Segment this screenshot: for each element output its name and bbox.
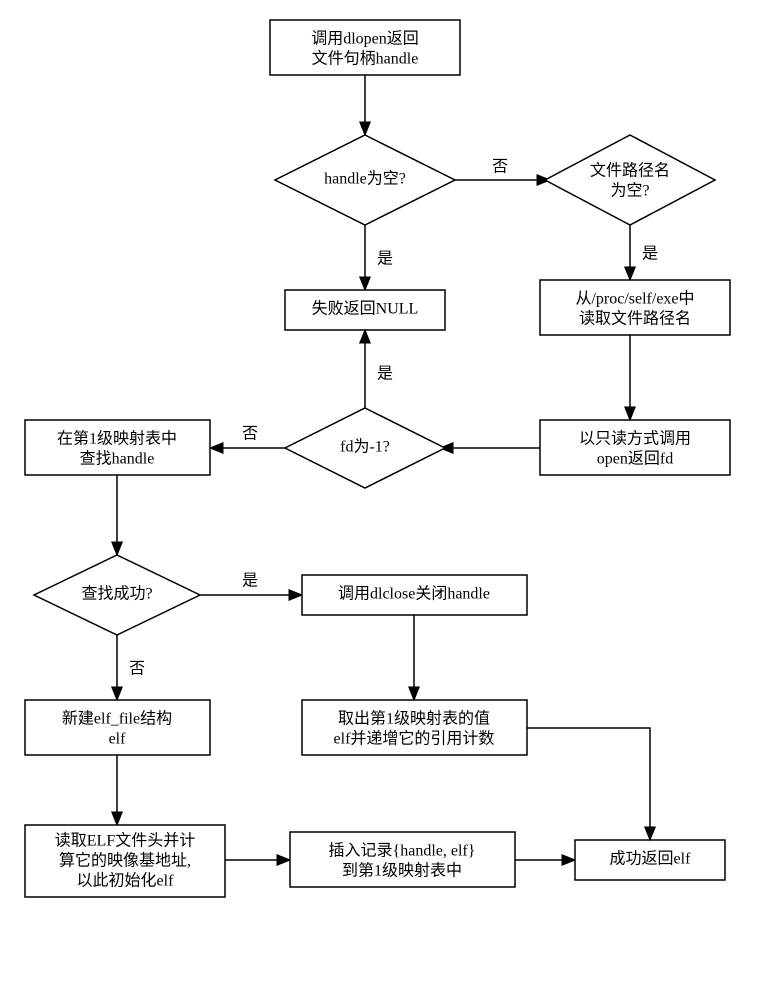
edge-d2-yes: 是 (642, 246, 658, 263)
edge-d1-yes: 是 (377, 251, 393, 268)
node-read-elf-header-text3: 以此初始化elf (77, 872, 175, 890)
node-lookup-handle-text1: 在第1级映射表中 (57, 430, 177, 448)
decision-fd-neg1-text: fd为-1? (340, 438, 390, 456)
node-lookup-handle-text2: 查找handle (80, 450, 155, 468)
edge-d3-no: 否 (242, 426, 258, 443)
node-open-fd-text1: 以只读方式调用 (579, 430, 691, 448)
node-new-elf-text2: elf (109, 731, 127, 748)
node-read-elf-header-text2: 算它的映像基地址, (59, 851, 191, 870)
decision-lookup-ok-text: 查找成功? (81, 585, 152, 603)
flowchart-diagram: 调用dlopen返回 文件句柄handle handle为空? 否 文件路径名 … (0, 0, 768, 1000)
node-incr-ref-text1: 取出第1级映射表的值 (338, 710, 490, 728)
node-new-elf-text1: 新建elf_file结构 (62, 710, 172, 728)
decision-path-null (545, 135, 715, 225)
node-read-proc-text2: 读取文件路径名 (579, 310, 691, 328)
node-incr-ref-text2: elf并递增它的引用计数 (334, 730, 495, 748)
node-open-fd-text2: open返回fd (597, 450, 673, 468)
node-return-null-text: 失败返回NULL (312, 300, 419, 318)
node-read-elf-header-text1: 读取ELF文件头并计 (55, 832, 195, 850)
node-dlclose-text: 调用dlclose关闭handle (338, 585, 490, 603)
edge-d4-yes: 是 (242, 573, 258, 590)
edge-d4-no: 否 (129, 661, 145, 678)
node-dlopen-text2: 文件句柄handle (312, 50, 419, 68)
decision-handle-null-text: handle为空? (324, 170, 406, 188)
node-dlopen-text1: 调用dlopen返回 (311, 30, 419, 48)
arrow-n7-n11 (527, 728, 650, 840)
decision-path-null-text1: 文件路径名 (590, 162, 670, 180)
node-insert-record-text1: 插入记录{handle, elf} (329, 842, 476, 860)
node-read-proc-text1: 从/proc/self/exe中 (575, 290, 694, 308)
decision-path-null-text2: 为空? (610, 182, 649, 200)
edge-d3-yes: 是 (377, 366, 393, 383)
node-return-elf-text: 成功返回elf (610, 850, 692, 868)
node-insert-record-text2: 到第1级映射表中 (342, 862, 462, 880)
edge-d1-no: 否 (492, 159, 508, 176)
